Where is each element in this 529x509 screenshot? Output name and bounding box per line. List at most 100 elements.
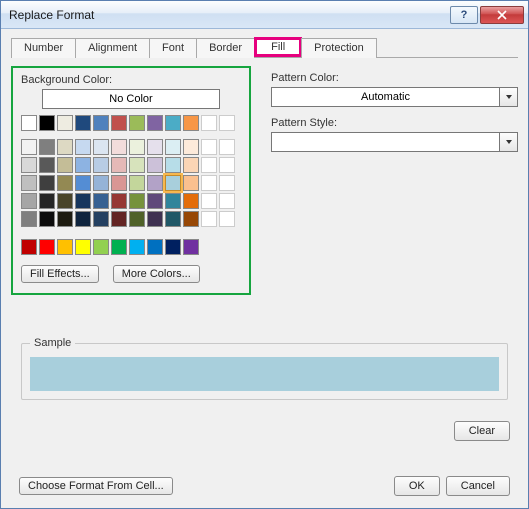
color-swatch[interactable]: [111, 157, 127, 173]
tab-number[interactable]: Number: [11, 38, 76, 58]
color-swatch[interactable]: [39, 157, 55, 173]
color-swatch[interactable]: [57, 157, 73, 173]
color-swatch[interactable]: [129, 239, 145, 255]
color-swatch[interactable]: [93, 175, 109, 191]
ok-button[interactable]: OK: [394, 476, 440, 496]
color-swatch[interactable]: [39, 239, 55, 255]
sample-preview: [30, 357, 499, 391]
color-swatch[interactable]: [75, 139, 91, 155]
color-swatch[interactable]: [111, 239, 127, 255]
color-swatch[interactable]: [57, 175, 73, 191]
pattern-style-combo[interactable]: [271, 132, 518, 152]
color-swatch[interactable]: [39, 139, 55, 155]
color-swatch[interactable]: [75, 175, 91, 191]
color-swatch[interactable]: [57, 193, 73, 209]
color-swatch[interactable]: [147, 115, 163, 131]
pattern-style-dropdown[interactable]: [500, 132, 518, 152]
color-swatch[interactable]: [183, 175, 199, 191]
color-swatch[interactable]: [75, 157, 91, 173]
fill-effects-button[interactable]: Fill Effects...: [21, 265, 99, 283]
color-swatch[interactable]: [21, 211, 37, 227]
more-colors-button[interactable]: More Colors...: [113, 265, 200, 283]
color-swatch[interactable]: [39, 193, 55, 209]
color-swatch[interactable]: [57, 211, 73, 227]
color-swatch[interactable]: [129, 157, 145, 173]
fill-panel: Background Color: No Color Fill Effects.…: [11, 66, 518, 295]
color-swatch-empty: [201, 193, 217, 209]
color-swatch[interactable]: [129, 139, 145, 155]
close-button[interactable]: [480, 6, 524, 24]
color-swatch[interactable]: [75, 211, 91, 227]
color-swatch[interactable]: [147, 175, 163, 191]
color-swatch[interactable]: [165, 175, 181, 191]
color-swatch[interactable]: [57, 239, 73, 255]
color-swatch[interactable]: [21, 239, 37, 255]
pattern-style-value: [271, 132, 500, 152]
tab-fill[interactable]: Fill: [254, 37, 302, 57]
color-swatch-empty: [219, 175, 235, 191]
color-swatch[interactable]: [21, 157, 37, 173]
color-swatch[interactable]: [93, 139, 109, 155]
color-swatch[interactable]: [165, 157, 181, 173]
color-swatch[interactable]: [21, 193, 37, 209]
sample-group: Sample: [19, 337, 510, 400]
tab-alignment[interactable]: Alignment: [75, 38, 150, 58]
clear-button[interactable]: Clear: [454, 421, 510, 441]
tab-font[interactable]: Font: [149, 38, 197, 58]
color-swatch[interactable]: [129, 193, 145, 209]
color-swatch[interactable]: [111, 115, 127, 131]
color-swatch-grid: [21, 115, 241, 255]
color-swatch[interactable]: [129, 211, 145, 227]
color-swatch[interactable]: [183, 115, 199, 131]
tab-protection[interactable]: Protection: [301, 38, 377, 58]
color-swatch[interactable]: [165, 139, 181, 155]
tab-border[interactable]: Border: [196, 38, 255, 58]
pattern-color-dropdown[interactable]: [500, 87, 518, 107]
color-swatch[interactable]: [147, 139, 163, 155]
color-swatch[interactable]: [183, 139, 199, 155]
color-swatch[interactable]: [183, 193, 199, 209]
color-swatch[interactable]: [147, 211, 163, 227]
color-swatch[interactable]: [147, 239, 163, 255]
color-swatch[interactable]: [57, 139, 73, 155]
color-swatch[interactable]: [93, 157, 109, 173]
color-swatch[interactable]: [165, 211, 181, 227]
color-swatch[interactable]: [75, 115, 91, 131]
color-swatch[interactable]: [21, 115, 37, 131]
color-swatch[interactable]: [183, 211, 199, 227]
help-button[interactable]: ?: [450, 6, 478, 24]
color-swatch[interactable]: [165, 193, 181, 209]
color-swatch[interactable]: [129, 175, 145, 191]
no-color-button[interactable]: No Color: [42, 89, 220, 109]
color-swatch[interactable]: [111, 175, 127, 191]
color-swatch[interactable]: [21, 139, 37, 155]
color-swatch[interactable]: [183, 157, 199, 173]
pattern-color-combo[interactable]: Automatic: [271, 87, 518, 107]
color-swatch[interactable]: [111, 139, 127, 155]
dialog-button-row: Choose Format From Cell... OK Cancel: [19, 476, 510, 496]
color-swatch[interactable]: [111, 211, 127, 227]
color-swatch[interactable]: [129, 115, 145, 131]
color-swatch[interactable]: [75, 193, 91, 209]
color-swatch[interactable]: [39, 115, 55, 131]
color-swatch[interactable]: [21, 175, 37, 191]
color-swatch-empty: [219, 193, 235, 209]
color-swatch[interactable]: [147, 193, 163, 209]
color-swatch[interactable]: [93, 115, 109, 131]
color-swatch[interactable]: [75, 239, 91, 255]
cancel-button[interactable]: Cancel: [446, 476, 510, 496]
color-swatch[interactable]: [147, 157, 163, 173]
color-swatch[interactable]: [93, 239, 109, 255]
color-swatch[interactable]: [39, 211, 55, 227]
window-title: Replace Format: [9, 8, 448, 22]
color-swatch[interactable]: [165, 115, 181, 131]
no-color-label: No Color: [109, 93, 152, 105]
color-swatch[interactable]: [93, 211, 109, 227]
choose-format-button[interactable]: Choose Format From Cell...: [19, 477, 173, 495]
color-swatch[interactable]: [93, 193, 109, 209]
color-swatch[interactable]: [165, 239, 181, 255]
color-swatch[interactable]: [39, 175, 55, 191]
color-swatch[interactable]: [183, 239, 199, 255]
color-swatch[interactable]: [57, 115, 73, 131]
color-swatch[interactable]: [111, 193, 127, 209]
